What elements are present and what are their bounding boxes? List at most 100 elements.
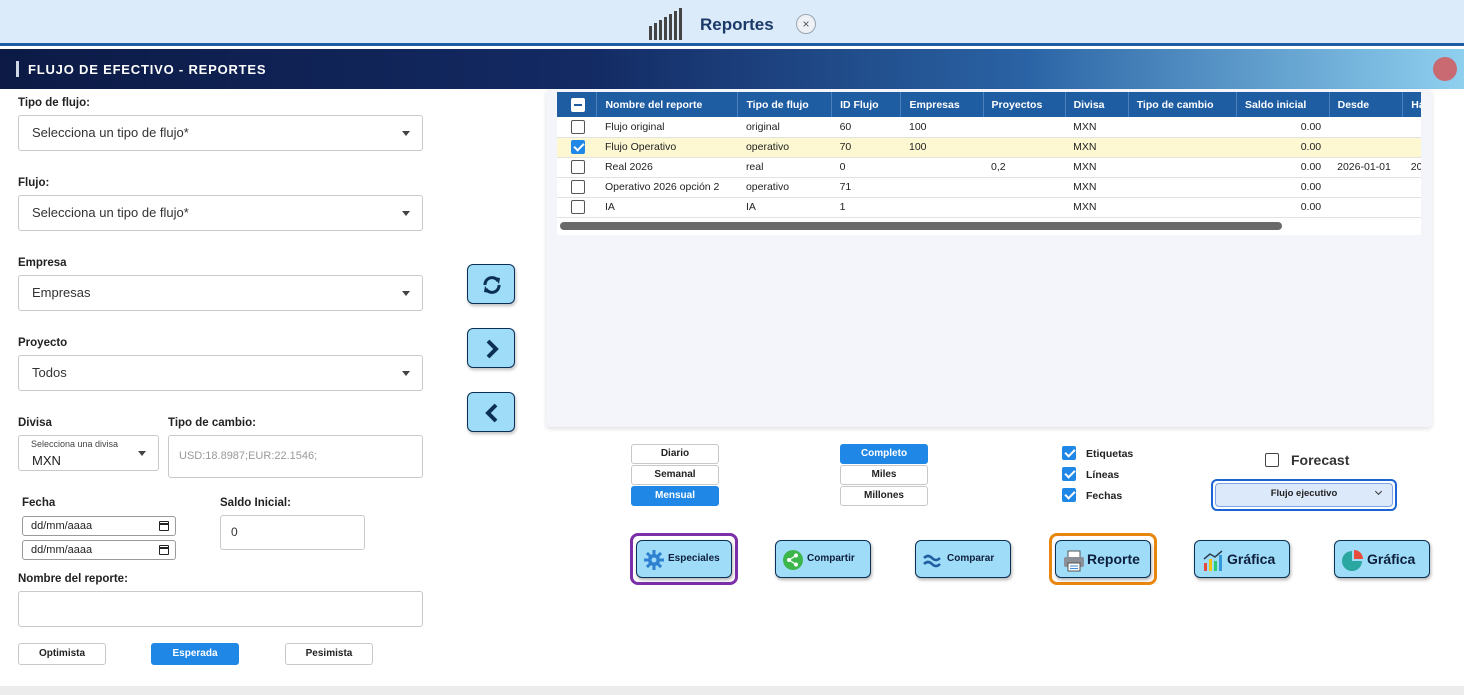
table-cell: IA bbox=[596, 197, 738, 218]
comparar-button[interactable]: Comparar bbox=[915, 540, 1011, 578]
table-cell: 100 bbox=[900, 137, 984, 158]
table-cell bbox=[1329, 197, 1403, 218]
table-cell bbox=[900, 177, 984, 198]
select-all-checkbox[interactable] bbox=[557, 92, 598, 117]
table-cell: real bbox=[737, 157, 832, 178]
compartir-button[interactable]: Compartir bbox=[775, 540, 871, 578]
row-checkbox[interactable] bbox=[571, 140, 585, 154]
col-nombre[interactable]: Nombre del reporte bbox=[596, 92, 739, 117]
scenario-pesimista-button[interactable]: Pesimista bbox=[285, 643, 373, 665]
grafica-barras-button[interactable]: Gráfica bbox=[1194, 540, 1290, 578]
scenario-esperada-button[interactable]: Esperada bbox=[151, 643, 239, 665]
scenario-optimista-button[interactable]: Optimista bbox=[18, 643, 106, 665]
especiales-button[interactable]: Especiales bbox=[636, 540, 732, 578]
nombre-reporte-input[interactable] bbox=[18, 591, 423, 627]
periodicity-semanal-button[interactable]: Semanal bbox=[631, 465, 719, 485]
table-row[interactable]: IA IA 1 MXN 0.00 bbox=[557, 197, 1421, 218]
next-button[interactable] bbox=[467, 328, 515, 368]
status-dot-icon[interactable] bbox=[1433, 57, 1457, 81]
grafica-barras-label: Gráfica bbox=[1227, 551, 1276, 567]
table-row[interactable]: Flujo Operativo operativo 70 100 MXN 0.00 bbox=[557, 137, 1421, 158]
row-checkbox[interactable] bbox=[571, 160, 585, 174]
select-all-check-icon[interactable] bbox=[571, 97, 585, 112]
horizontal-scrollbar[interactable] bbox=[560, 222, 1282, 230]
row-checkbox[interactable] bbox=[571, 200, 585, 214]
table-cell bbox=[1128, 177, 1237, 198]
chevron-right-icon bbox=[486, 339, 499, 359]
table-row[interactable]: Flujo original original 60 100 MXN 0.00 bbox=[557, 117, 1421, 138]
proyecto-select[interactable]: Todos bbox=[18, 355, 423, 391]
tipo-flujo-select[interactable]: Selecciona un tipo de flujo* bbox=[18, 115, 423, 151]
units-completo-button[interactable]: Completo bbox=[840, 444, 928, 464]
table-cell: original bbox=[737, 117, 832, 138]
tab-title: Reportes bbox=[700, 15, 774, 34]
col-hasta[interactable]: Hasta bbox=[1402, 92, 1421, 117]
fecha-inicio-input[interactable]: dd/mm/aaaa bbox=[22, 516, 176, 536]
col-tipo-cambio[interactable]: Tipo de cambio bbox=[1128, 92, 1238, 117]
row-checkbox-cell[interactable] bbox=[557, 157, 597, 178]
forecast-checkbox[interactable] bbox=[1265, 453, 1279, 467]
lineas-checkbox[interactable] bbox=[1062, 467, 1076, 481]
empresa-select[interactable]: Empresas bbox=[18, 275, 423, 311]
table-cell bbox=[1329, 177, 1403, 198]
reporte-button[interactable]: Reporte bbox=[1055, 540, 1151, 578]
fecha-label: Fecha bbox=[22, 497, 56, 509]
table-cell bbox=[1329, 117, 1403, 138]
lineas-label: Líneas bbox=[1086, 469, 1120, 481]
saldo-inicial-input[interactable]: 0 bbox=[220, 515, 365, 550]
col-tipo-flujo[interactable]: Tipo de flujo bbox=[737, 92, 833, 117]
table-cell bbox=[1128, 197, 1237, 218]
table-cell bbox=[983, 177, 1066, 198]
comparar-label: Comparar bbox=[947, 553, 995, 564]
row-checkbox[interactable] bbox=[571, 119, 585, 134]
previous-button[interactable] bbox=[467, 392, 515, 432]
row-checkbox-cell[interactable] bbox=[557, 197, 597, 218]
col-desde[interactable]: Desde bbox=[1329, 92, 1404, 117]
etiquetas-checkbox[interactable] bbox=[1062, 446, 1076, 460]
col-saldo-inicial[interactable]: Saldo inicial bbox=[1236, 92, 1330, 117]
fechas-option[interactable]: Fechas bbox=[1062, 488, 1122, 502]
empresa-value: Empresas bbox=[32, 285, 91, 300]
divisa-select[interactable]: Selecciona una divisa MXN bbox=[18, 435, 159, 471]
row-checkbox-cell[interactable] bbox=[557, 137, 597, 158]
table-cell: MXN bbox=[1065, 117, 1129, 138]
fecha-inicio-placeholder: dd/mm/aaaa bbox=[31, 520, 93, 532]
refresh-button[interactable] bbox=[467, 264, 515, 304]
table-cell: 0.00 bbox=[1236, 177, 1330, 198]
table-cell: Operativo 2026 opción 2 bbox=[596, 177, 738, 198]
table-cell bbox=[1329, 137, 1403, 158]
close-tab-icon[interactable]: × bbox=[796, 14, 816, 34]
lineas-option[interactable]: Líneas bbox=[1062, 467, 1119, 481]
reporte-label: Reporte bbox=[1087, 551, 1140, 567]
table-row[interactable]: Real 2026real0 0,2MXN 0.002026-01-012026-1… bbox=[557, 157, 1421, 178]
fecha-fin-input[interactable]: dd/mm/aaaa bbox=[22, 540, 176, 560]
especiales-label: Especiales bbox=[668, 553, 720, 564]
table-cell: MXN bbox=[1065, 197, 1129, 218]
row-checkbox-cell[interactable] bbox=[557, 117, 597, 138]
flujo-select[interactable]: Selecciona un tipo de flujo* bbox=[18, 195, 423, 231]
periodicity-mensual-button[interactable]: Mensual bbox=[631, 486, 719, 506]
tipo-cambio-input[interactable]: USD:18.8987;EUR:22.1546; bbox=[168, 435, 423, 478]
forecast-option[interactable]: Forecast bbox=[1265, 452, 1349, 468]
col-id-flujo[interactable]: ID Flujo bbox=[831, 92, 902, 117]
calendar-icon[interactable] bbox=[159, 521, 169, 531]
table-header-row: Nombre del reporte Tipo de flujo ID Fluj… bbox=[557, 92, 1421, 117]
units-miles-button[interactable]: Miles bbox=[840, 465, 928, 485]
fechas-checkbox[interactable] bbox=[1062, 488, 1076, 502]
etiquetas-label: Etiquetas bbox=[1086, 448, 1134, 460]
units-millones-button[interactable]: Millones bbox=[840, 486, 928, 506]
row-checkbox-cell[interactable] bbox=[557, 177, 597, 198]
periodicity-diario-button[interactable]: Diario bbox=[631, 444, 719, 464]
row-checkbox[interactable] bbox=[571, 180, 585, 194]
report-type-select[interactable]: Flujo ejecutivo bbox=[1211, 479, 1397, 511]
table-cell bbox=[1402, 117, 1421, 138]
col-proyectos[interactable]: Proyectos bbox=[983, 92, 1066, 117]
etiquetas-option[interactable]: Etiquetas bbox=[1062, 446, 1133, 460]
col-empresas[interactable]: Empresas bbox=[900, 92, 984, 117]
col-divisa[interactable]: Divisa bbox=[1065, 92, 1129, 117]
table-cell bbox=[1402, 177, 1421, 198]
table-row[interactable]: Operativo 2026 opción 2 operativo 71 MXN 0.0… bbox=[557, 177, 1421, 198]
tipo-cambio-label: Tipo de cambio: bbox=[168, 417, 256, 429]
calendar-icon[interactable] bbox=[159, 545, 169, 555]
grafica-pastel-button[interactable]: Gráfica bbox=[1334, 540, 1430, 578]
